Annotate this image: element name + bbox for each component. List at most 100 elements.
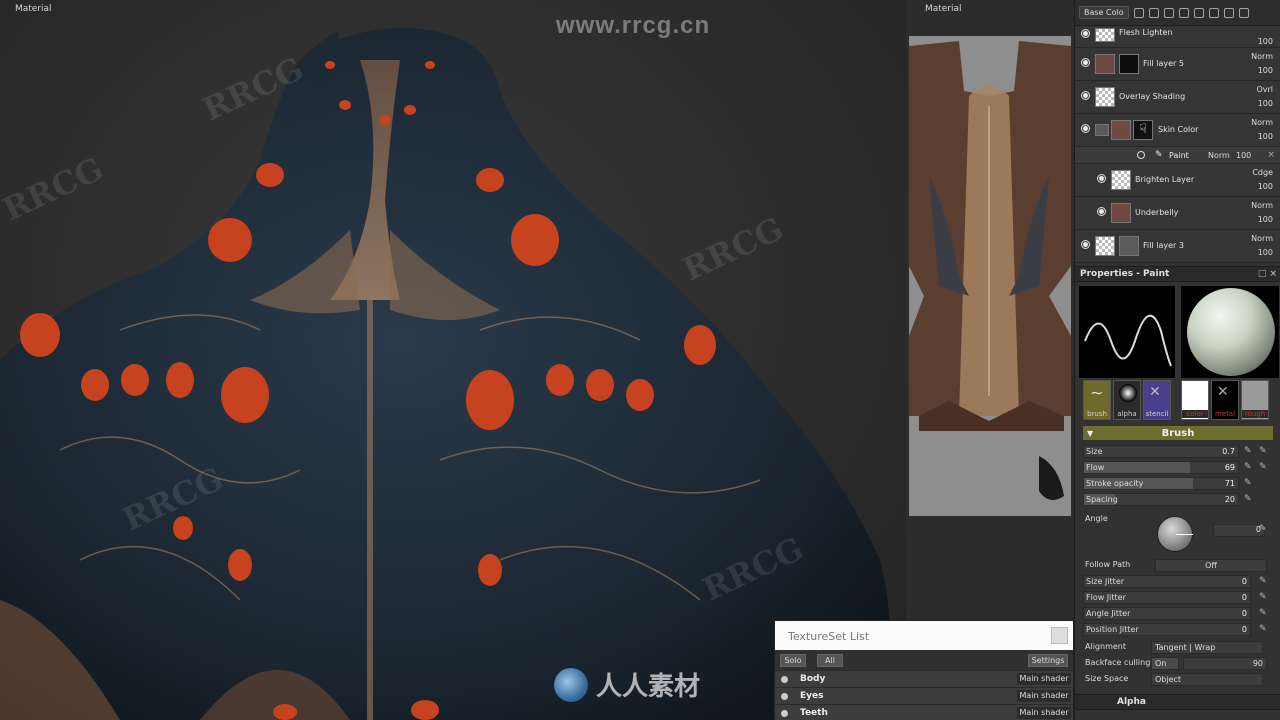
color-slot[interactable]: color xyxy=(1181,380,1209,420)
edit-pen-icon[interactable]: ✎ xyxy=(1259,462,1267,472)
layer-row[interactable]: Fill layer 3 Norm 100 xyxy=(1075,230,1280,263)
viewport-2d[interactable]: Material xyxy=(906,0,1074,720)
visibility-eye-icon[interactable] xyxy=(1097,174,1106,183)
angle-value[interactable]: 0 xyxy=(1213,524,1265,537)
layer-row[interactable]: Flesh Lighten 100 xyxy=(1075,26,1280,48)
eraser-icon[interactable] xyxy=(1178,7,1189,18)
layer-opacity[interactable]: 100 xyxy=(1258,66,1273,75)
flow-jitter-slider[interactable]: Flow Jitter 0 xyxy=(1083,591,1251,604)
layer-opacity[interactable]: 100 xyxy=(1236,151,1251,160)
visibility-eye-icon[interactable] xyxy=(1137,151,1145,159)
paint-brush-icon: ✎ xyxy=(1155,150,1163,160)
layer-row[interactable]: Overlay Shading Ovrl 100 xyxy=(1075,81,1280,114)
layer-row-selected[interactable]: ☟ Skin Color Norm 100 xyxy=(1075,114,1280,147)
edit-pen-icon[interactable]: ✎ xyxy=(1259,576,1267,586)
follow-path-row: Follow Path Off xyxy=(1083,558,1280,574)
add-fill-icon[interactable] xyxy=(1163,7,1174,18)
layer-row[interactable]: Fill layer 5 Norm 100 xyxy=(1075,48,1280,81)
uv-texture-canvas[interactable] xyxy=(909,36,1071,516)
edit-pen-icon[interactable]: ✎ xyxy=(1259,592,1267,602)
textureset-row[interactable]: Eyes Main shader xyxy=(775,687,1073,704)
shader-dropdown[interactable]: Main shader xyxy=(1017,690,1071,702)
layer-opacity[interactable]: 100 xyxy=(1258,248,1273,257)
visibility-eye-icon[interactable] xyxy=(781,676,788,683)
shader-dropdown[interactable]: Main shader xyxy=(1017,673,1071,685)
viewport-3d[interactable]: Material www.rrcg.cn RRCG RRCG RRCG RRCG… xyxy=(0,0,906,720)
visibility-eye-icon[interactable] xyxy=(1081,58,1090,67)
backface-culling-amount[interactable]: 90 xyxy=(1183,657,1267,670)
edit-pen-icon[interactable]: ✎ xyxy=(1259,446,1267,456)
delete-icon[interactable] xyxy=(1238,7,1249,18)
alpha-slot[interactable]: alpha xyxy=(1113,380,1141,420)
blend-mode[interactable]: Norm xyxy=(1208,151,1230,160)
blend-mode[interactable]: Norm xyxy=(1251,52,1273,61)
close-icon[interactable]: × xyxy=(1267,150,1275,160)
angle-dial[interactable] xyxy=(1157,516,1193,552)
size-jitter-slider[interactable]: Size Jitter 0 xyxy=(1083,575,1251,588)
backface-culling-toggle[interactable]: On xyxy=(1151,657,1179,670)
visibility-eye-icon[interactable] xyxy=(781,693,788,700)
brush-section-header[interactable]: ▼ Brush xyxy=(1083,426,1273,440)
all-button[interactable]: All xyxy=(817,654,843,667)
edit-pen-icon[interactable]: ✎ xyxy=(1259,608,1267,618)
textureset-row[interactable]: Body Main shader xyxy=(775,670,1073,687)
rough-slot[interactable]: rough xyxy=(1241,380,1269,420)
edit-pen-icon[interactable]: ✎ xyxy=(1259,524,1267,534)
visibility-eye-icon[interactable] xyxy=(1081,29,1090,38)
blend-mode[interactable]: Norm xyxy=(1251,234,1273,243)
layer-name: Brighten Layer xyxy=(1135,175,1195,184)
spacing-label: Spacing xyxy=(1086,495,1118,504)
layer-row[interactable]: Brighten Layer Cdge 100 xyxy=(1075,164,1280,197)
stencil-slot[interactable]: ✕ stencil xyxy=(1143,380,1171,420)
spacing-slider[interactable]: Spacing 20 xyxy=(1083,493,1239,506)
layer-opacity[interactable]: 100 xyxy=(1258,132,1273,141)
stroke-opacity-slider[interactable]: Stroke opacity 71 xyxy=(1083,477,1239,490)
layer-opacity[interactable]: 100 xyxy=(1258,215,1273,224)
layer-opacity[interactable]: 100 xyxy=(1258,182,1273,191)
blend-mode[interactable]: Ovrl xyxy=(1256,85,1273,94)
visibility-eye-icon[interactable] xyxy=(1081,240,1090,249)
follow-path-toggle[interactable]: Off xyxy=(1155,559,1267,572)
brush-header-label: Brush xyxy=(1161,427,1195,439)
edit-pen-icon[interactable]: ✎ xyxy=(1259,624,1267,634)
blend-mode[interactable]: Norm xyxy=(1251,201,1273,210)
layer-opacity[interactable]: 100 xyxy=(1258,37,1273,46)
alpha-section-header[interactable]: Alpha xyxy=(1075,694,1280,710)
generator-icon[interactable] xyxy=(1208,7,1219,18)
mask-icon[interactable] xyxy=(1193,7,1204,18)
visibility-eye-icon[interactable] xyxy=(1081,91,1090,100)
size-slider[interactable]: Size 0.7 xyxy=(1083,445,1239,458)
effect-icon[interactable] xyxy=(1223,7,1234,18)
panel-toggle-button[interactable] xyxy=(1051,627,1068,644)
edit-pen-icon[interactable]: ✎ xyxy=(1244,478,1252,488)
size-space-dropdown[interactable]: Object xyxy=(1151,673,1263,686)
layer-opacity[interactable]: 100 xyxy=(1258,99,1273,108)
visibility-eye-icon[interactable] xyxy=(1081,124,1090,133)
folder-icon[interactable] xyxy=(1148,7,1159,18)
channel-dropdown[interactable]: Base Colo xyxy=(1079,6,1129,19)
layer-stack[interactable]: Flesh Lighten 100 Fill layer 5 Norm 100 … xyxy=(1075,26,1280,264)
edit-pen-icon[interactable]: ✎ xyxy=(1244,494,1252,504)
solo-button[interactable]: Solo xyxy=(780,654,806,667)
edit-pen-icon[interactable]: ✎ xyxy=(1244,446,1252,456)
layer-thumbnail xyxy=(1111,120,1131,140)
metal-slot[interactable]: ✕ metal xyxy=(1211,380,1239,420)
visibility-eye-icon[interactable] xyxy=(781,710,788,717)
layers-icon[interactable] xyxy=(1133,7,1144,18)
textureset-row[interactable]: Teeth Main shader xyxy=(775,704,1073,720)
flow-slider[interactable]: Flow 69 xyxy=(1083,461,1239,474)
position-jitter-slider[interactable]: Position Jitter 0 xyxy=(1083,623,1251,636)
paint-sublayer[interactable]: ✎ Paint Norm 100 × xyxy=(1075,147,1280,164)
visibility-eye-icon[interactable] xyxy=(1097,207,1106,216)
blend-mode[interactable]: Norm xyxy=(1251,118,1273,127)
shader-dropdown[interactable]: Main shader xyxy=(1017,707,1071,719)
edit-pen-icon[interactable]: ✎ xyxy=(1244,462,1252,472)
alignment-dropdown[interactable]: Tangent | Wrap xyxy=(1151,641,1263,654)
panel-close-icon[interactable]: □ × xyxy=(1258,269,1277,279)
settings-button[interactable]: Settings xyxy=(1028,654,1068,667)
backface-culling-row: Backface culling On 90 xyxy=(1083,656,1280,672)
layer-row[interactable]: Underbelly Norm 100 xyxy=(1075,197,1280,230)
blend-mode[interactable]: Cdge xyxy=(1252,168,1273,177)
brush-slot[interactable]: ∼ brush xyxy=(1083,380,1111,420)
angle-jitter-slider[interactable]: Angle Jitter 0 xyxy=(1083,607,1251,620)
